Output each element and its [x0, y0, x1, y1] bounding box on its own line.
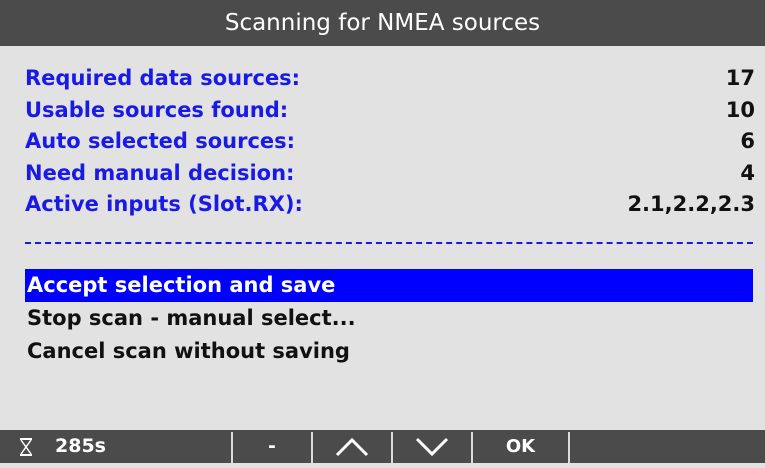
minus-softkey[interactable]: - [233, 430, 311, 463]
stat-row-auto-selected: Auto selected sources: 6 [25, 126, 755, 158]
down-softkey[interactable] [393, 430, 471, 463]
menu-item-cancel-scan[interactable]: Cancel scan without saving [25, 335, 753, 368]
menu-item-accept-save[interactable]: Accept selection and save [25, 269, 753, 302]
stat-row-active-inputs: Active inputs (Slot.RX): 2.1,2.2,2.3 [25, 189, 755, 221]
chevron-up-icon [335, 437, 369, 457]
stats-panel: Required data sources: 17 Usable sources… [25, 63, 755, 221]
stat-value: 4 [740, 160, 755, 185]
stat-label: Usable sources found: [25, 97, 289, 122]
stat-label: Need manual decision: [25, 160, 295, 185]
stat-label: Auto selected sources: [25, 129, 296, 153]
ok-softkey[interactable]: OK [473, 430, 568, 463]
action-menu: Accept selection and save Stop scan - ma… [25, 269, 753, 368]
stat-label: Active inputs (Slot.RX): [25, 192, 303, 216]
up-softkey[interactable] [313, 430, 391, 463]
menu-item-stop-scan[interactable]: Stop scan - manual select... [25, 302, 753, 335]
stat-row-usable: Usable sources found: 10 [25, 95, 755, 127]
stat-label: Required data sources: [25, 66, 301, 90]
chevron-down-icon [415, 437, 449, 457]
stat-row-required: Required data sources: 17 [25, 63, 755, 95]
empty-softkey[interactable] [570, 430, 765, 463]
window-title: Scanning for NMEA sources [0, 0, 765, 46]
stat-value: 17 [725, 66, 755, 90]
scan-timer: 285s [55, 435, 106, 457]
softkey-bar: 285s - OK [0, 430, 765, 463]
stat-value: 2.1,2.2,2.3 [627, 192, 755, 216]
stat-value: 6 [740, 129, 755, 153]
dashed-divider [25, 242, 753, 244]
stat-value: 10 [725, 97, 755, 122]
hourglass-icon [20, 438, 32, 456]
stat-row-manual-decision: Need manual decision: 4 [25, 158, 755, 190]
